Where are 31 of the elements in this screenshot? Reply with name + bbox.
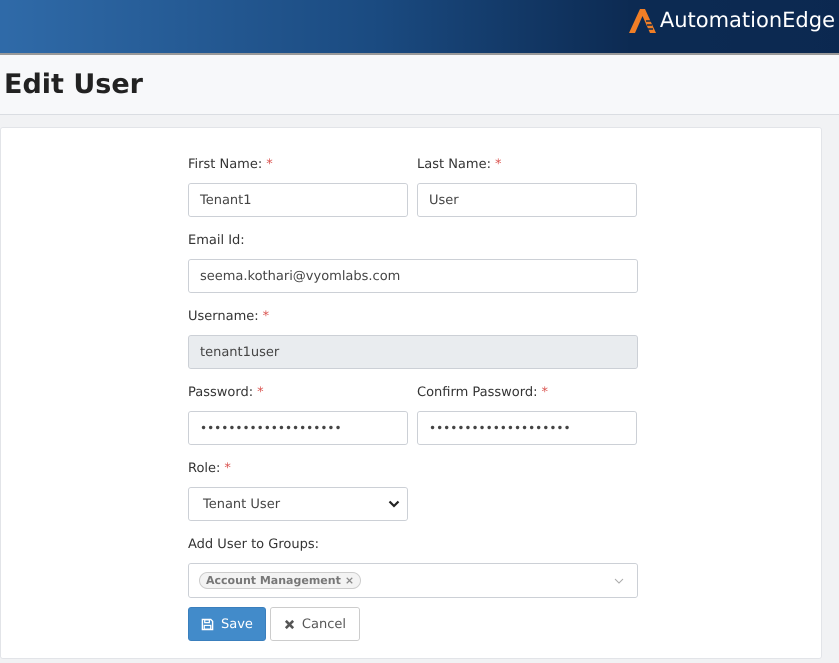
- role-dropdown[interactable]: Tenant User: [188, 487, 408, 521]
- required-mark: *: [257, 385, 264, 402]
- field-label: Password:: [188, 385, 254, 402]
- field-label: Role:: [188, 461, 220, 478]
- password-field[interactable]: ••••••••••••••••••••: [188, 411, 408, 445]
- group-tag[interactable]: Account Management ×: [199, 572, 362, 589]
- input-field[interactable]: User: [417, 183, 637, 217]
- field-label: Username:: [188, 309, 259, 326]
- chevron-down-icon: [388, 500, 400, 508]
- input-field[interactable]: seema.kothari@vyomlabs.com: [188, 259, 638, 293]
- required-mark: *: [266, 157, 273, 174]
- input-field[interactable]: tenant1user: [188, 335, 638, 369]
- logo-icon: [626, 7, 657, 33]
- brand-name: AutomationEdge: [660, 8, 835, 32]
- required-mark: *: [494, 157, 502, 174]
- password-field[interactable]: ••••••••••••••••••••: [417, 411, 637, 445]
- field-label: Last Name:: [417, 157, 491, 174]
- required-mark: *: [262, 309, 270, 326]
- required-mark: *: [541, 385, 548, 402]
- save-button[interactable]: Save: [188, 607, 266, 641]
- input-field[interactable]: Tenant1: [188, 183, 408, 217]
- close-icon: [284, 618, 295, 630]
- field-label: Confirm Password:: [417, 385, 538, 402]
- page-title: Edit User: [4, 69, 143, 100]
- field-label: Add User to Groups:: [188, 537, 319, 554]
- required-mark: *: [224, 461, 231, 478]
- field-label: First Name:: [188, 157, 262, 174]
- chevron-down-icon: [614, 578, 624, 584]
- groups-field[interactable]: Account Management ×: [188, 563, 638, 598]
- cancel-button[interactable]: Cancel: [270, 607, 360, 641]
- field-label: Email Id:: [188, 233, 245, 250]
